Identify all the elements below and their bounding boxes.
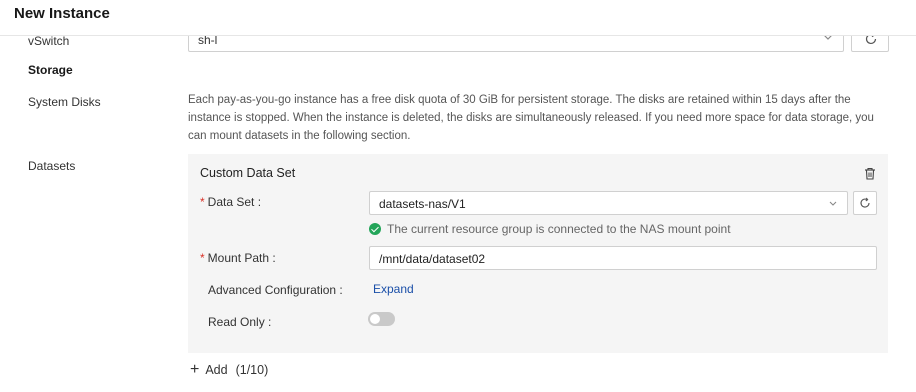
add-dataset-button[interactable]: + Add (1/10) [190, 361, 269, 378]
system-disks-label: System Disks [28, 95, 101, 109]
required-mark: * [200, 195, 205, 209]
check-circle-icon [369, 223, 381, 235]
chevron-down-icon [829, 201, 837, 206]
dataset-card: Custom Data Set * Data Set : datasets-nas… [188, 154, 888, 353]
mount-path-input[interactable]: /mnt/data/dataset02 [369, 246, 877, 270]
data-set-refresh-button[interactable] [853, 191, 877, 215]
plus-icon: + [190, 361, 200, 378]
data-set-select[interactable]: datasets-nas/V1 [369, 191, 848, 215]
required-mark: * [200, 251, 205, 265]
refresh-icon [860, 197, 870, 208]
data-set-value: datasets-nas/V1 [379, 197, 466, 211]
page-title: New Instance [14, 5, 110, 22]
read-only-toggle[interactable] [368, 312, 395, 326]
expand-link[interactable]: Expand [373, 282, 414, 296]
system-disks-description: Each pay-as-you-go instance has a free d… [188, 94, 874, 142]
dataset-card-title: Custom Data Set [200, 166, 296, 180]
toggle-knob [370, 314, 380, 324]
advanced-config-label: Advanced Configuration : [208, 283, 343, 297]
header-bar: New Instance [0, 0, 916, 36]
mount-path-value: /mnt/data/dataset02 [379, 252, 486, 266]
datasets-label: Datasets [28, 159, 76, 173]
trash-icon[interactable] [864, 167, 876, 180]
mount-path-label: * Mount Path : [200, 251, 276, 265]
vswitch-label: vSwitch [28, 34, 70, 48]
read-only-label: Read Only : [208, 315, 272, 329]
storage-section-title: Storage [28, 63, 73, 77]
add-count: (1/10) [235, 363, 269, 377]
data-set-label: * Data Set : [200, 195, 262, 209]
nas-status-message: The current resource group is connected … [369, 222, 731, 236]
add-label: Add [205, 363, 228, 377]
